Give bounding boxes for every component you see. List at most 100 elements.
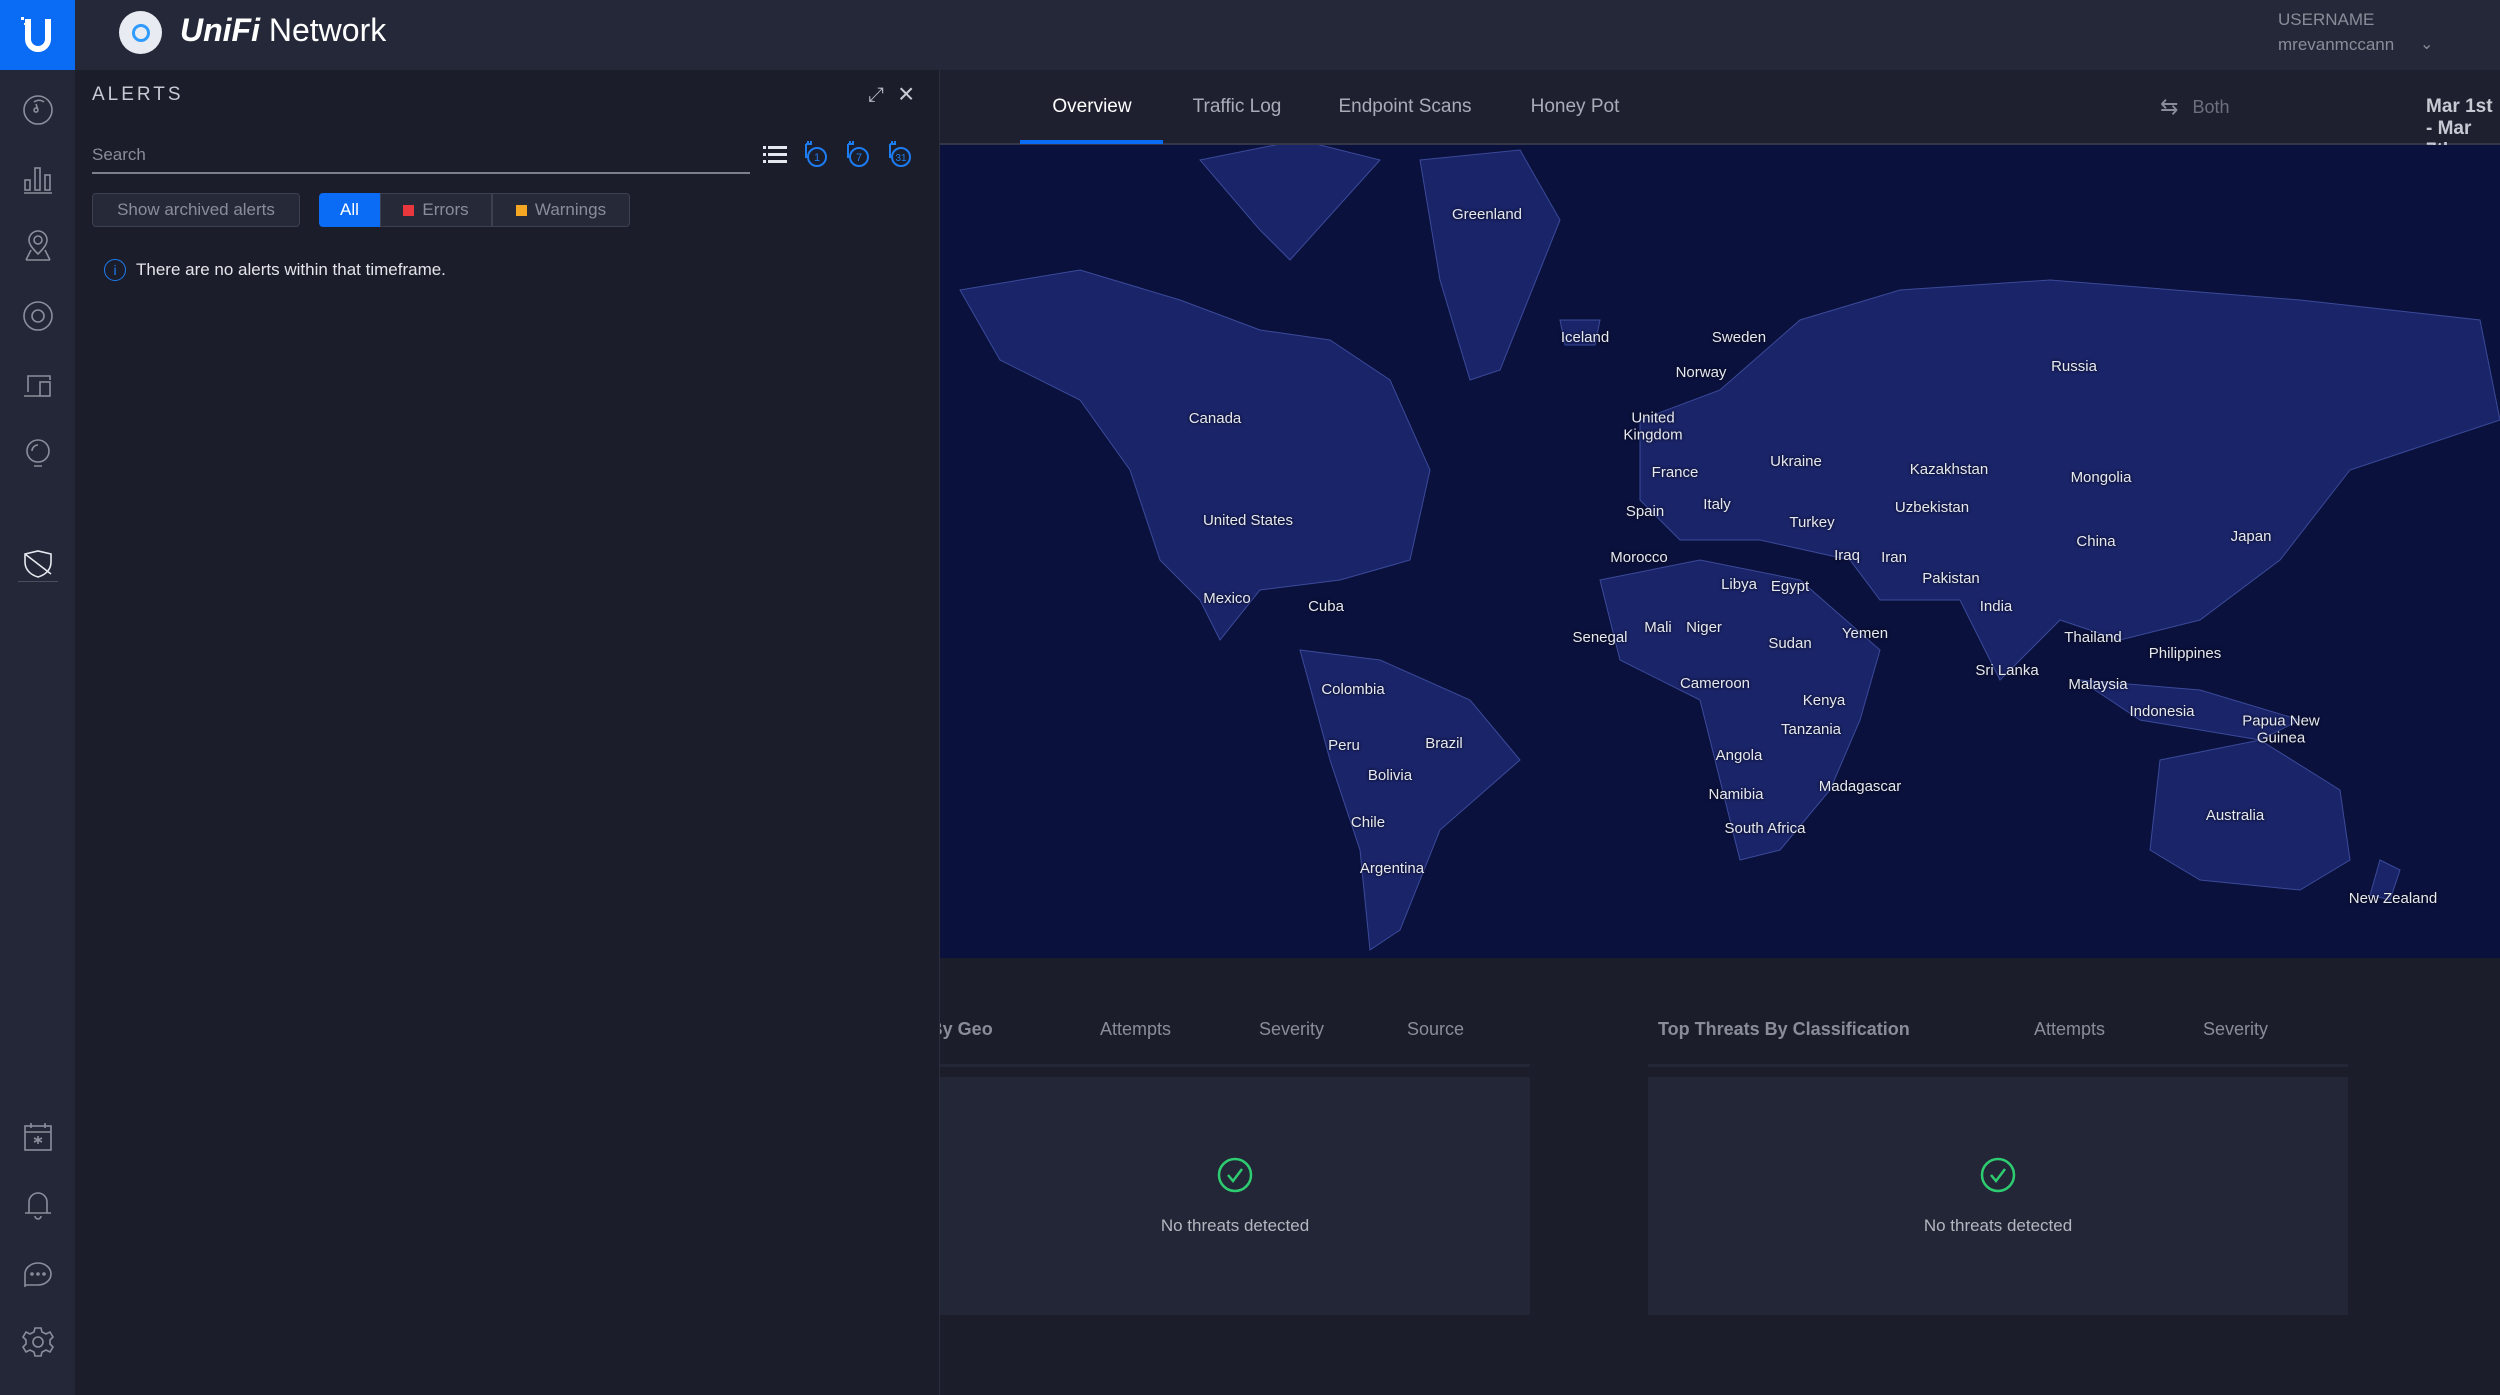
country-label: Iraq (1834, 546, 1860, 564)
svg-text:1: 1 (814, 152, 820, 164)
table-title: Top Threats By Classification (1658, 1019, 1910, 1039)
dashboard-icon[interactable] (20, 92, 56, 128)
country-label: Greenland (1451, 205, 1523, 223)
country-label: Pakistan (1922, 569, 1980, 587)
country-label: Peru (1328, 736, 1360, 754)
column-header-severity[interactable]: Severity (2203, 1019, 2268, 1040)
country-label: Sri Lanka (1975, 661, 2039, 679)
country-label: Spain (1625, 502, 1665, 520)
country-label: United States (1202, 511, 1294, 529)
active-tab-indicator (1020, 140, 1163, 144)
column-header-attempts[interactable]: Attempts (2034, 1019, 2105, 1040)
sidebar (0, 70, 75, 1395)
tab-traffic-log[interactable]: Traffic Log (1193, 96, 1282, 118)
country-label: Egypt (1770, 577, 1810, 595)
world-map-shapes (959, 145, 2500, 951)
country-label: Colombia (1321, 680, 1385, 698)
country-label: Philippines (2148, 644, 2222, 662)
swap-icon: ⇆ (2160, 94, 2179, 119)
country-label: Niger (1686, 618, 1722, 636)
notifications-icon[interactable] (20, 1187, 56, 1223)
country-label: South Africa (1724, 819, 1806, 837)
calendar-31-day-icon[interactable]: 31 (886, 140, 912, 168)
country-label: Kazakhstan (1909, 460, 1989, 478)
calendar-1-day-icon[interactable]: 1 (802, 140, 828, 168)
filter-errors-button[interactable]: Errors (380, 193, 492, 227)
country-label: India (1979, 597, 2013, 615)
country-label: Indonesia (2129, 702, 2195, 720)
devices-icon[interactable] (20, 298, 56, 334)
calendar-7-day-icon[interactable]: 7 (844, 140, 870, 168)
country-label: Iceland (1560, 328, 1610, 346)
insights-icon[interactable] (20, 435, 56, 471)
threat-management-icon[interactable] (20, 546, 56, 582)
list-view-icon[interactable] (763, 144, 787, 169)
app-title: UniFi Network (180, 12, 387, 48)
country-label: Malaysia (2068, 675, 2128, 693)
country-label: Chile (1350, 813, 1386, 831)
country-label: Namibia (1708, 785, 1764, 803)
no-threats-text: No threats detected (1923, 1216, 2073, 1235)
tab-overview[interactable]: Overview (1052, 96, 1131, 118)
country-label: Libya (1721, 575, 1757, 593)
tab-endpoint-scans[interactable]: Endpoint Scans (1338, 96, 1471, 118)
country-label: Thailand (2064, 628, 2122, 646)
svg-text:7: 7 (856, 152, 862, 164)
ubiquiti-logo[interactable] (0, 0, 75, 70)
empty-state: No threats detected (1648, 1077, 2348, 1315)
country-label: Russia (2051, 357, 2097, 375)
country-label: Argentina (1359, 859, 1425, 877)
close-icon[interactable]: × (898, 78, 914, 110)
country-label: Mexico (1203, 589, 1251, 607)
country-label: Norway (1675, 363, 1727, 381)
column-header-source[interactable]: Source (1407, 1019, 1464, 1040)
country-label: New Zealand (2348, 889, 2438, 907)
statistics-icon[interactable] (20, 160, 56, 196)
column-header-attempts[interactable]: Attempts (1100, 1019, 1171, 1040)
country-label: Tanzania (1780, 720, 1842, 738)
country-label: Italy (1703, 495, 1731, 513)
tab-bar: Overview Traffic Log Endpoint Scans Hone… (940, 70, 2500, 161)
expand-icon[interactable]: ⤢ (868, 84, 884, 107)
panel-title: ALERTS (92, 84, 184, 105)
country-label: Australia (2205, 806, 2265, 824)
warning-marker-icon (515, 204, 527, 216)
country-label: Japan (2230, 527, 2272, 545)
country-label: Mali (1644, 618, 1672, 636)
events-icon[interactable] (20, 1119, 56, 1155)
country-label: Kenya (1802, 691, 1846, 709)
user-menu[interactable]: mrevanmccann (2278, 35, 2394, 55)
error-marker-icon (403, 204, 415, 216)
column-header-severity[interactable]: Severity (1259, 1019, 1324, 1040)
chevron-down-icon[interactable]: ⌄ (2420, 34, 2433, 54)
table-divider (940, 1064, 1530, 1067)
map-icon[interactable] (20, 228, 56, 264)
threat-world-map[interactable]: Greenland Iceland Sweden Norway United K… (940, 145, 2500, 958)
chat-icon[interactable] (20, 1256, 56, 1292)
country-label: Ukraine (1770, 452, 1822, 470)
clients-icon[interactable] (20, 368, 56, 404)
svg-text:31: 31 (895, 153, 907, 164)
filter-warnings-button[interactable]: Warnings (492, 193, 630, 227)
tab-honey-pot[interactable]: Honey Pot (1531, 96, 1620, 118)
country-label: Mongolia (2070, 468, 2132, 486)
country-label: United Kingdom (1623, 409, 1683, 443)
country-label: Cameroon (1679, 674, 1751, 692)
top-bar: UniFi Network USERNAME mrevanmccann ⌄ (0, 0, 2500, 70)
empty-alerts-message: i There are no alerts within that timefra… (92, 259, 446, 281)
empty-state: No threats detected (940, 1077, 1530, 1315)
show-archived-button[interactable]: Show archived alerts (92, 193, 300, 227)
country-label: Cuba (1308, 597, 1344, 615)
country-label: Canada (1188, 409, 1242, 427)
settings-icon[interactable] (20, 1324, 56, 1360)
country-label: Brazil (1425, 734, 1463, 752)
country-label: Morocco (1610, 548, 1668, 566)
search-input[interactable] (92, 138, 750, 174)
country-label: Senegal (1572, 628, 1628, 646)
country-label: China (2076, 532, 2116, 550)
filter-all-button[interactable]: All (319, 193, 380, 227)
no-threats-text: No threats detected (1160, 1216, 1310, 1235)
direction-toggle[interactable]: ⇆ Both (2160, 94, 2229, 120)
country-label: Yemen (1841, 624, 1889, 642)
country-label: Sweden (1711, 328, 1767, 346)
